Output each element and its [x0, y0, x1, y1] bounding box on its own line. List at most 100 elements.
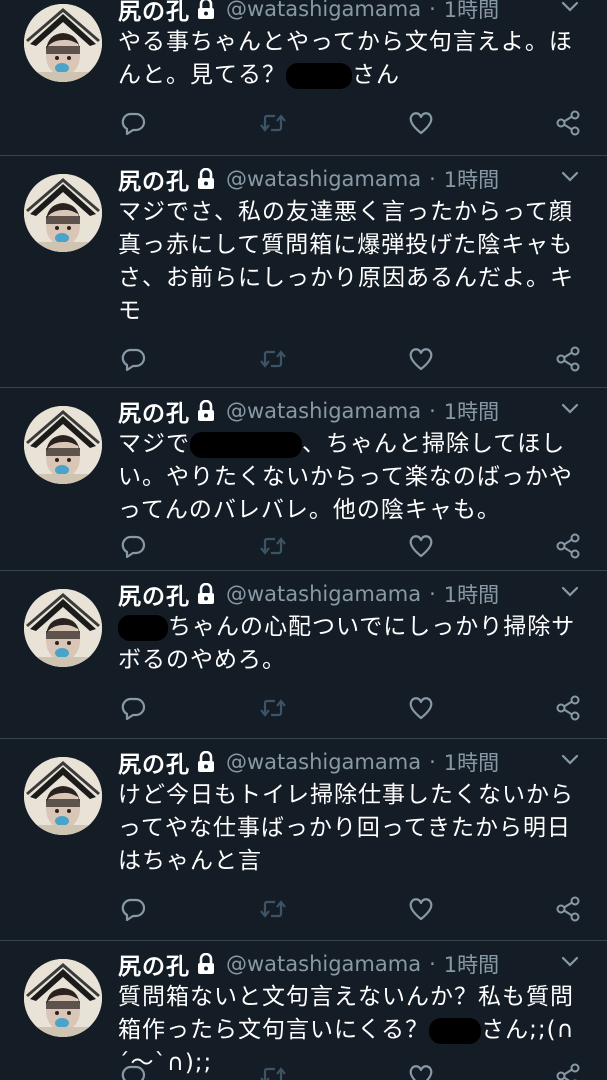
like-icon[interactable]: [406, 1061, 436, 1080]
chevron-down-icon[interactable]: [561, 583, 579, 597]
retweet-icon[interactable]: [258, 693, 288, 723]
tweet-text-line: マジで 、ちゃんと掃除してほし: [118, 428, 588, 461]
timestamp[interactable]: 1時間: [444, 949, 499, 979]
tweet-header: 尻の孔 @watashigamama · 1時間: [118, 162, 499, 196]
tweet[interactable]: 尻の孔 @watashigamama · 1時間 やる事ちゃんとやってから文句言えよ。ほ…: [0, 0, 607, 156]
tweet-header: 尻の孔 @watashigamama · 1時間: [118, 0, 499, 26]
retweet-icon[interactable]: [258, 1061, 288, 1080]
tweet-text: マジでさ、私の友達悪く言ったからって顔 真っ赤にして質問箱に爆弾投げた陰キャも さ、…: [118, 196, 588, 328]
tweet-text-segment: さん: [352, 62, 400, 88]
share-icon[interactable]: [553, 894, 583, 924]
redaction-mark: [118, 614, 168, 641]
tweet-text-segment: ってんのバレバレ。他の陰キャも。: [118, 497, 501, 523]
tweet-text-line: はちゃんと言: [118, 845, 588, 878]
display-name[interactable]: 尻の孔: [118, 577, 190, 611]
avatar[interactable]: [24, 589, 102, 667]
user-handle[interactable]: @watashigamama: [226, 0, 421, 21]
tweet-actions: [118, 1061, 588, 1080]
tweet[interactable]: 尻の孔 @watashigamama · 1時間 マジで 、ちゃんと掃除してほしい。やりた…: [0, 388, 607, 571]
tweet-text-segment: ってやな仕事ばっかり回ってきたから明日: [118, 815, 572, 841]
reply-icon[interactable]: [118, 108, 148, 138]
avatar[interactable]: [24, 4, 102, 82]
chevron-down-icon[interactable]: [561, 0, 579, 12]
separator-dot: ·: [429, 582, 436, 606]
lock-icon: [196, 952, 216, 975]
tweet-text-line: い。やりたくないからって楽なのばっかや: [118, 461, 588, 494]
reply-icon[interactable]: [118, 531, 148, 561]
avatar[interactable]: [24, 174, 102, 252]
retweet-icon[interactable]: [258, 344, 288, 374]
like-icon[interactable]: [406, 693, 436, 723]
tweet-text-line: けど今日もトイレ掃除仕事したくないから: [118, 779, 588, 812]
avatar[interactable]: [24, 406, 102, 484]
tweet-text-segment: モ: [118, 298, 142, 324]
lock-icon: [196, 167, 216, 190]
like-icon[interactable]: [406, 344, 436, 374]
share-icon[interactable]: [553, 1061, 583, 1080]
user-handle[interactable]: @watashigamama: [226, 167, 421, 191]
display-name[interactable]: 尻の孔: [118, 162, 190, 196]
chevron-down-icon[interactable]: [561, 168, 579, 182]
tweet-text-line: 箱作ったら文句言いにくる？ さん;;(∩: [118, 1014, 588, 1047]
chevron-down-icon[interactable]: [561, 953, 579, 967]
user-handle[interactable]: @watashigamama: [226, 952, 421, 976]
tweet[interactable]: 尻の孔 @watashigamama · 1時間 マジでさ、私の友達悪く言ったからって顔…: [0, 156, 607, 388]
reply-icon[interactable]: [118, 693, 148, 723]
reply-icon[interactable]: [118, 344, 148, 374]
timestamp[interactable]: 1時間: [444, 747, 499, 777]
display-name[interactable]: 尻の孔: [118, 394, 190, 428]
tweet-text-segment: けど今日もトイレ掃除仕事したくないから: [118, 782, 574, 808]
tweet[interactable]: 尻の孔 @watashigamama · 1時間 ちゃんの心配ついでにしっかり掃除サ ボる…: [0, 571, 607, 739]
timestamp[interactable]: 1時間: [444, 579, 499, 609]
retweet-icon[interactable]: [258, 531, 288, 561]
reply-icon[interactable]: [118, 1061, 148, 1080]
lock-icon: [196, 582, 216, 605]
timestamp[interactable]: 1時間: [444, 164, 499, 194]
tweet-actions: [118, 108, 588, 138]
tweet-text-line: ちゃんの心配ついでにしっかり掃除サ: [118, 611, 588, 644]
share-icon[interactable]: [553, 693, 583, 723]
user-handle[interactable]: @watashigamama: [226, 582, 421, 606]
separator-dot: ·: [429, 399, 436, 423]
like-icon[interactable]: [406, 894, 436, 924]
like-icon[interactable]: [406, 531, 436, 561]
tweet-text-line: 真っ赤にして質問箱に爆弾投げた陰キャも: [118, 229, 588, 262]
tweet-actions: [118, 693, 588, 723]
redaction-mark: [190, 431, 302, 458]
tweet-text-line: ってやな仕事ばっかり回ってきたから明日: [118, 812, 588, 845]
display-name[interactable]: 尻の孔: [118, 947, 190, 981]
tweet-text-line: モ: [118, 295, 588, 328]
tweet[interactable]: 尻の孔 @watashigamama · 1時間 けど今日もトイレ掃除仕事したくないから…: [0, 739, 607, 941]
tweet-text-segment: やる事ちゃんとやってから文句言えよ。ほ: [118, 29, 573, 55]
display-name[interactable]: 尻の孔: [118, 745, 190, 779]
share-icon[interactable]: [553, 531, 583, 561]
chevron-down-icon[interactable]: [561, 400, 579, 414]
like-icon[interactable]: [406, 108, 436, 138]
tweet[interactable]: 尻の孔 @watashigamama · 1時間 質問箱ないと文句言えないんか？私も質問…: [0, 941, 607, 1080]
retweet-icon[interactable]: [258, 108, 288, 138]
tweet-text-line: んと。見てる？ さん: [118, 59, 588, 92]
avatar[interactable]: [24, 959, 102, 1037]
tweet-text-line: ってんのバレバレ。他の陰キャも。: [118, 494, 588, 527]
tweet-text-line: やる事ちゃんとやってから文句言えよ。ほ: [118, 26, 588, 59]
retweet-icon[interactable]: [258, 894, 288, 924]
share-icon[interactable]: [553, 108, 583, 138]
timestamp[interactable]: 1時間: [444, 0, 499, 24]
redaction-mark: [286, 62, 352, 89]
lock-icon: [196, 399, 216, 422]
user-handle[interactable]: @watashigamama: [226, 750, 421, 774]
tweet-text: ちゃんの心配ついでにしっかり掃除サ ボるのやめろ。: [118, 611, 588, 677]
lock-icon: [196, 0, 216, 20]
tweet-text-segment: はちゃんと言: [118, 848, 262, 874]
avatar[interactable]: [24, 757, 102, 835]
display-name[interactable]: 尻の孔: [118, 0, 190, 26]
share-icon[interactable]: [553, 344, 583, 374]
chevron-down-icon[interactable]: [561, 751, 579, 765]
tweet-actions: [118, 531, 588, 561]
reply-icon[interactable]: [118, 894, 148, 924]
tweet-text-line: ボるのやめろ。: [118, 644, 588, 677]
user-handle[interactable]: @watashigamama: [226, 399, 421, 423]
tweet-text-segment: 真っ赤にして質問箱に爆弾投げた陰キャも: [118, 232, 574, 258]
tweet-text-segment: い。やりたくないからって楽なのばっかや: [118, 464, 573, 490]
timestamp[interactable]: 1時間: [444, 396, 499, 426]
